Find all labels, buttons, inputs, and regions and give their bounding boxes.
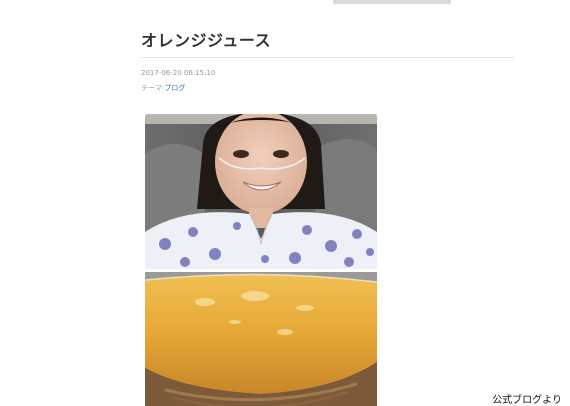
selfie-photo xyxy=(145,114,377,269)
entry-theme: テーマ:ブログ xyxy=(141,83,185,93)
entry-date: 2017-06-20 06:15:10 xyxy=(141,69,216,77)
theme-link[interactable]: ブログ xyxy=(164,84,185,92)
title-divider xyxy=(141,57,514,58)
orange-juice-photo xyxy=(145,272,377,406)
theme-label: テーマ: xyxy=(141,84,165,92)
photo-credit: 公式ブログより xyxy=(492,395,562,406)
top-tab[interactable] xyxy=(333,0,451,4)
entry-title[interactable]: オレンジジュース xyxy=(141,27,271,51)
